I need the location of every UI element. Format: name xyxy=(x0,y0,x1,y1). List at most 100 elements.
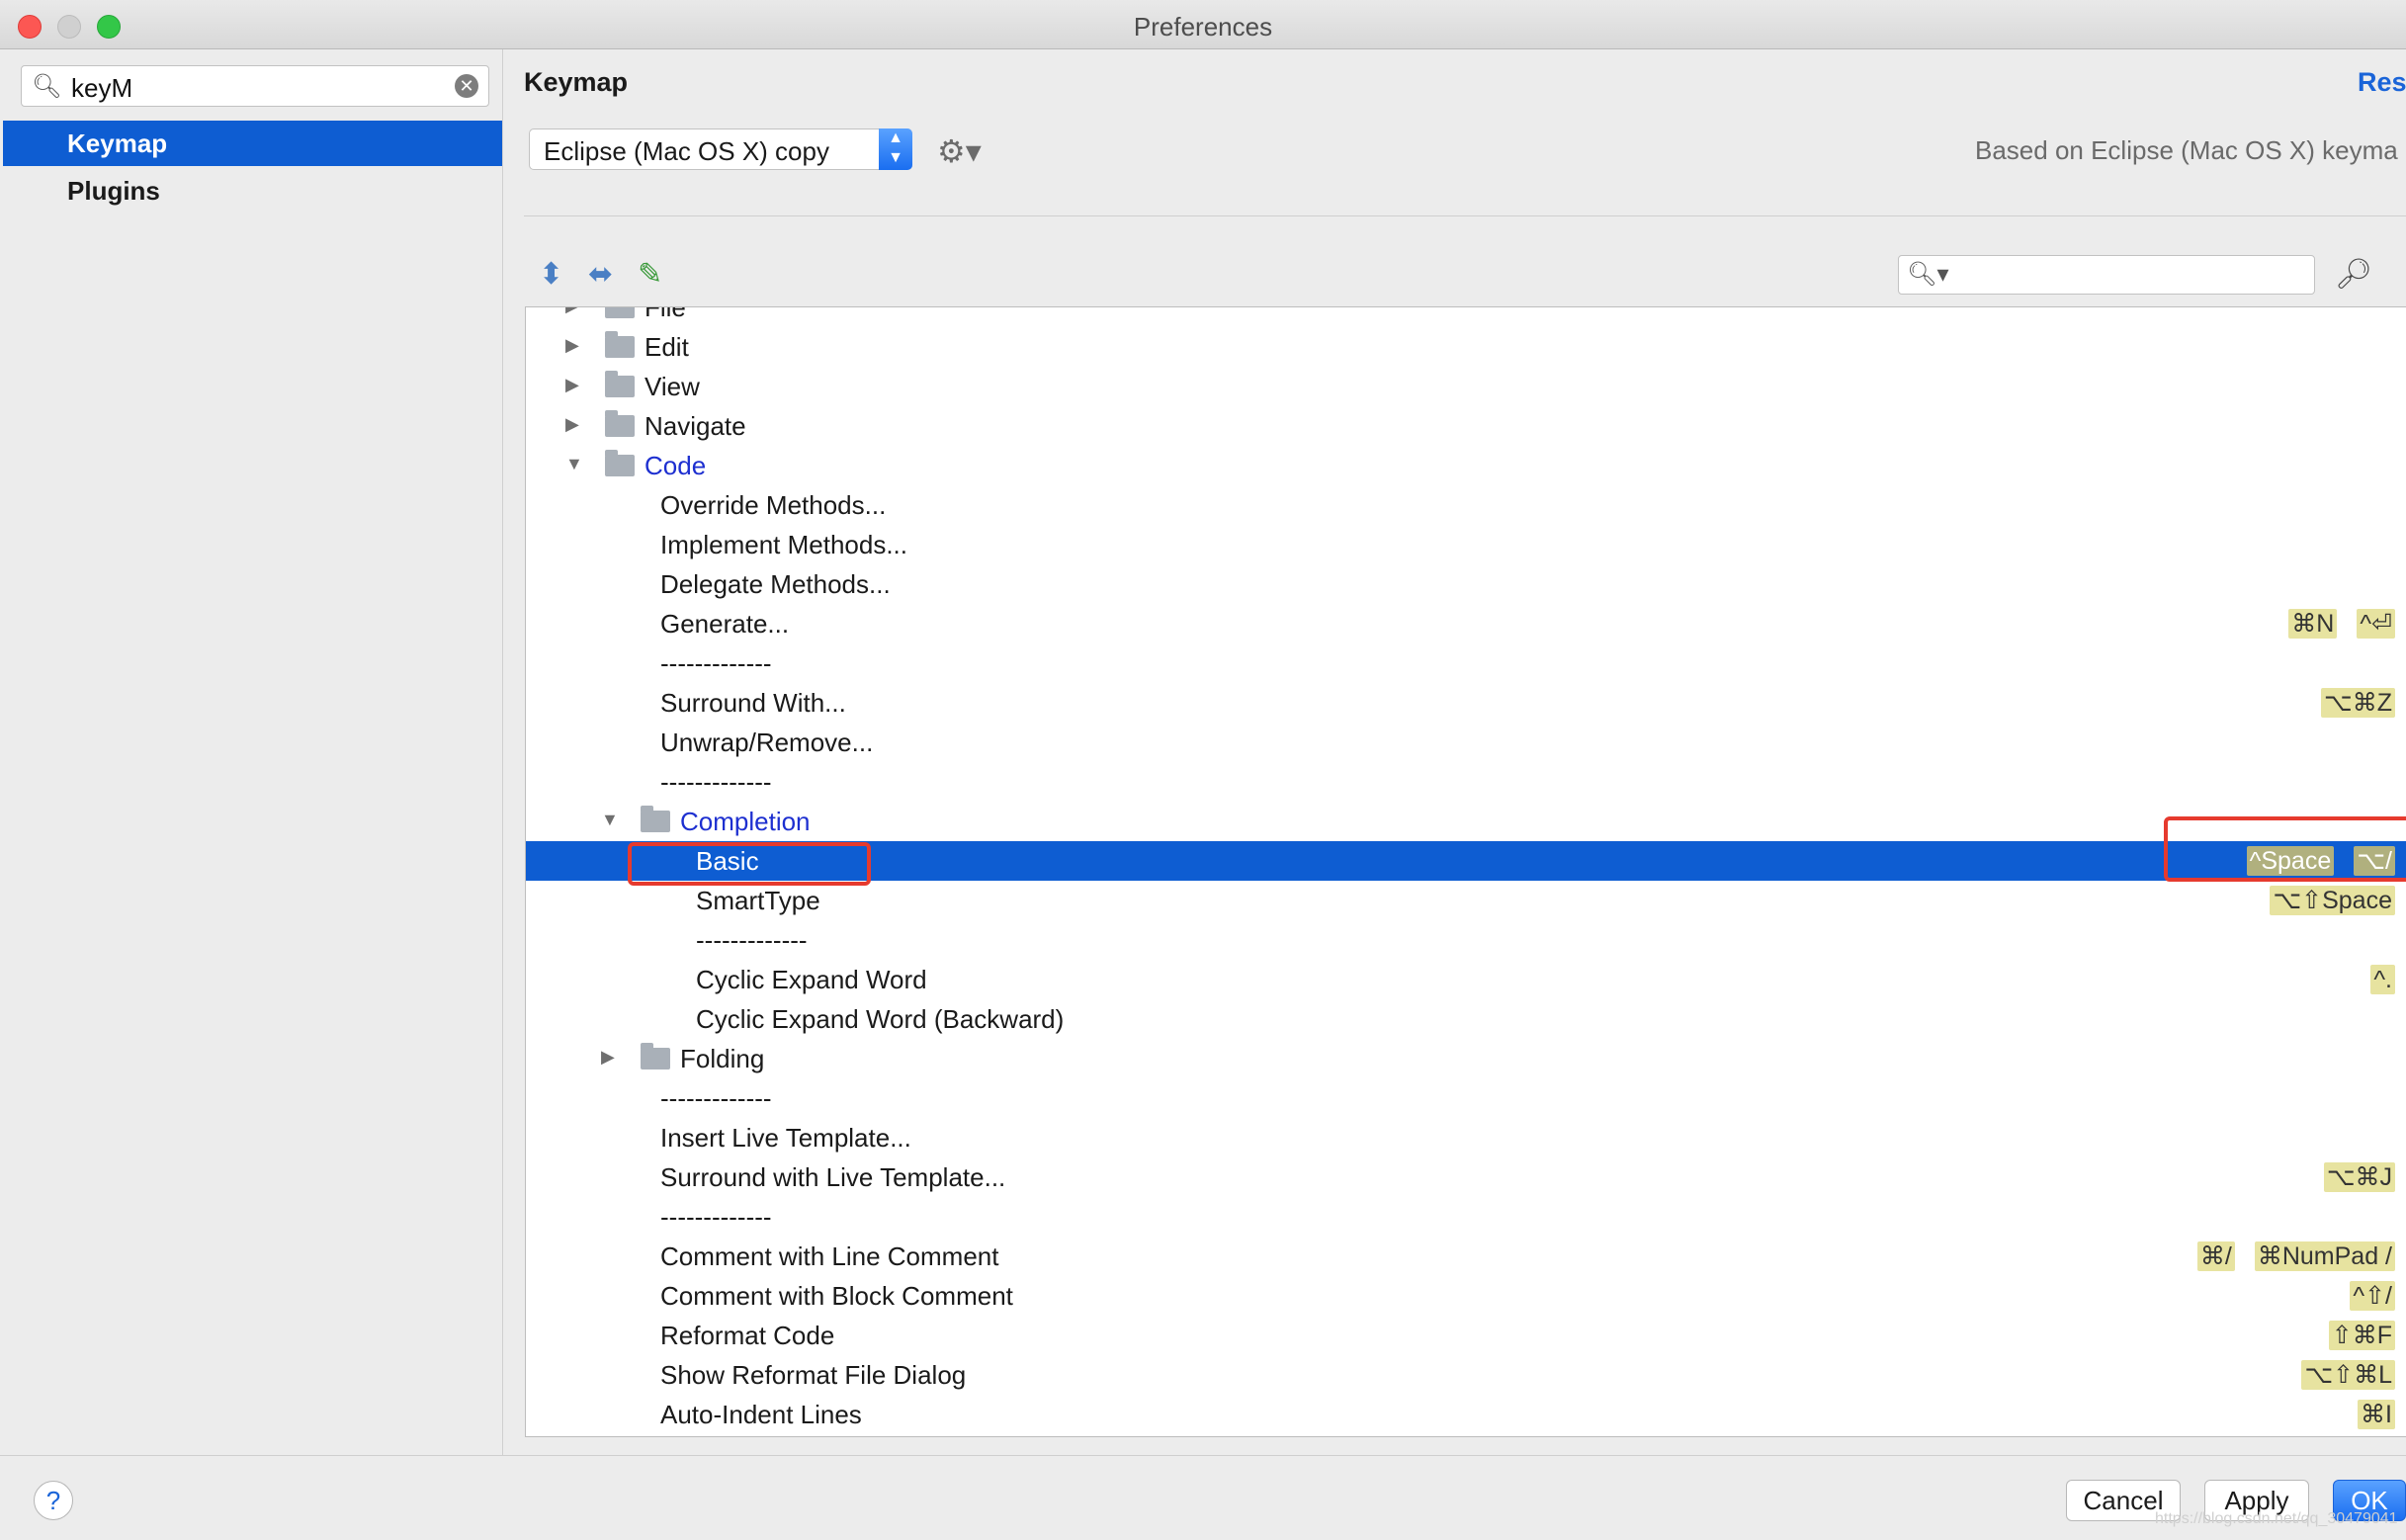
tree-row-label: Surround With... xyxy=(660,688,846,718)
select-arrows-icon[interactable]: ▲ ▼ xyxy=(879,128,912,170)
tree-row-label: Show Reformat File Dialog xyxy=(660,1360,967,1390)
tree-separator: ------------- xyxy=(526,643,2406,683)
tree-action-row[interactable]: Cyclic Expand Word (Backward) xyxy=(526,999,2406,1039)
expand-arrow-icon[interactable]: ▶ xyxy=(565,414,579,435)
tree-row-label: Cyclic Expand Word xyxy=(696,965,927,994)
tree-folder-row[interactable]: ▶ Edit xyxy=(526,327,2406,367)
tree-folder-row[interactable]: ▶ Navigate xyxy=(526,406,2406,446)
tree-row-label: Implement Methods... xyxy=(660,530,907,559)
tree-action-row[interactable]: Show Reformat File Dialog ⌥⇧⌘L xyxy=(526,1355,2406,1395)
tree-action-row[interactable]: Delegate Methods... xyxy=(526,564,2406,604)
folder-icon xyxy=(605,331,635,358)
tree-row-label: Unwrap/Remove... xyxy=(660,727,874,757)
sidebar-item-plugins[interactable]: Plugins xyxy=(3,168,502,214)
tree-action-row[interactable]: SmartType ⌥⇧Space xyxy=(526,881,2406,920)
tree-row-label: Generate... xyxy=(660,609,790,639)
shortcut-badge: ^. xyxy=(2370,965,2395,994)
find-by-shortcut-icon[interactable]: 🔎︎ xyxy=(2335,257,2372,292)
tree-separator: ------------- xyxy=(526,1197,2406,1237)
expand-arrow-icon[interactable]: ▶ xyxy=(565,307,579,316)
tree-row-label: File xyxy=(644,306,686,322)
folder-icon xyxy=(605,371,635,397)
page-title: Keymap xyxy=(524,67,629,97)
tree-row-label: Override Methods... xyxy=(660,490,887,520)
tree-row-label: Delegate Methods... xyxy=(660,569,891,599)
tree-folder-row[interactable]: ▼ Code xyxy=(526,446,2406,485)
highlight-basic xyxy=(628,842,871,886)
gear-icon[interactable]: ⚙▾ xyxy=(937,132,982,170)
edit-shortcut-icon[interactable]: ✎ xyxy=(638,257,662,292)
folder-icon xyxy=(641,806,670,832)
shortcut-badge: ^⇧/ xyxy=(2350,1281,2395,1311)
shortcut-list: ^⇧/ xyxy=(2350,1281,2395,1311)
expand-arrow-icon[interactable]: ▶ xyxy=(565,335,579,356)
tree-separator: ------------- xyxy=(526,1078,2406,1118)
keymap-select-value[interactable]: Eclipse (Mac OS X) copy xyxy=(544,136,829,167)
tree-folder-row[interactable]: ▶ File xyxy=(526,306,2406,327)
search-icon[interactable]: 🔍︎ xyxy=(32,72,61,101)
expand-arrow-icon[interactable]: ▶ xyxy=(565,375,579,395)
shortcut-badge: ⌘N xyxy=(2288,609,2338,639)
shortcut-badge: ⌥⌘Z xyxy=(2320,688,2395,718)
tree-action-row[interactable]: Unwrap/Remove... xyxy=(526,723,2406,762)
tree-separator: ------------- xyxy=(526,762,2406,802)
tree-folder-row[interactable]: ▶ Folding xyxy=(526,1039,2406,1078)
shortcut-list: ⌘/ ⌘NumPad / xyxy=(2196,1241,2395,1271)
sidebar-item-keymap[interactable]: Keymap xyxy=(3,121,502,166)
tree-action-row[interactable]: Surround with Live Template... ⌥⌘J xyxy=(526,1157,2406,1197)
tree-row-label: Insert Live Template... xyxy=(660,1123,911,1153)
expand-all-icon[interactable]: ⬍ xyxy=(539,257,563,292)
folder-icon xyxy=(605,307,635,318)
search-icon: 🔍︎▾ xyxy=(1907,261,1949,288)
tree-row-label: Surround with Live Template... xyxy=(660,1162,1006,1192)
tree-action-row[interactable]: Reformat Code ⇧⌘F xyxy=(526,1316,2406,1355)
shortcut-badge: ⌘I xyxy=(2358,1400,2395,1429)
tree-action-row[interactable]: Comment with Block Comment ^⇧/ xyxy=(526,1276,2406,1316)
shortcut-badge: ^⏎ xyxy=(2357,609,2395,639)
shortcut-list: ⌘I xyxy=(2358,1400,2395,1429)
clear-search-icon[interactable]: ✕ xyxy=(455,74,478,98)
action-filter-input[interactable]: 🔍︎▾ xyxy=(1898,255,2315,295)
keymap-select[interactable]: Eclipse (Mac OS X) copy ▲ ▼ xyxy=(529,128,912,170)
tree-folder-row[interactable]: ▼ Completion xyxy=(526,802,2406,841)
tree-row-label: Cyclic Expand Word (Backward) xyxy=(696,1004,1065,1034)
tree-action-row[interactable]: Insert Live Template... xyxy=(526,1118,2406,1157)
expand-arrow-icon[interactable]: ▶ xyxy=(601,1047,615,1068)
tree-folder-row[interactable]: ▶ View xyxy=(526,367,2406,406)
shortcut-list: ^. xyxy=(2370,965,2395,994)
tree-row-label: Comment with Line Comment xyxy=(660,1241,999,1271)
tree-row-label: SmartType xyxy=(696,886,820,915)
shortcut-badge: ⌥⇧⌘L xyxy=(2301,1360,2395,1390)
tree-action-row[interactable]: Comment with Line Comment ⌘/ ⌘NumPad / xyxy=(526,1237,2406,1276)
tree-action-row[interactable]: Auto-Indent Lines ⌘I xyxy=(526,1395,2406,1434)
tree-row-label: Edit xyxy=(644,332,689,362)
shortcut-list: ⌥⇧Space xyxy=(2270,886,2395,915)
settings-search-field[interactable]: 🔍︎ keyM ✕ xyxy=(21,65,489,107)
folder-icon xyxy=(641,1043,670,1069)
tree-action-row[interactable]: Surround With... ⌥⌘Z xyxy=(526,683,2406,723)
settings-search-value[interactable]: keyM xyxy=(71,73,132,104)
shortcut-badge: ⇧⌘F xyxy=(2328,1321,2395,1350)
shortcut-list: ⌥⌘Z xyxy=(2320,688,2395,718)
shortcut-list: ⇧⌘F xyxy=(2328,1321,2395,1350)
tree-action-row[interactable]: Override Methods... xyxy=(526,485,2406,525)
tree-action-row[interactable]: Cyclic Expand Word ^. xyxy=(526,960,2406,999)
collapse-all-icon[interactable]: ⬌ xyxy=(588,257,613,292)
tree-action-row[interactable]: Generate... ⌘N ^⏎ xyxy=(526,604,2406,643)
tree-row-label: Folding xyxy=(680,1044,765,1073)
reset-link[interactable]: Res xyxy=(2358,67,2406,98)
tree-row-label: Comment with Block Comment xyxy=(660,1281,1013,1311)
watermark: https://blog.csdn.net/qq_30479041 xyxy=(2155,1510,2398,1527)
tree-row-label: View xyxy=(644,372,700,401)
based-on-label: Based on Eclipse (Mac OS X) keyma xyxy=(1975,135,2398,165)
help-button[interactable]: ? xyxy=(34,1481,73,1520)
tree-row-label: Reformat Code xyxy=(660,1321,835,1350)
collapse-arrow-icon[interactable]: ▼ xyxy=(565,454,583,474)
tree-row-label: Code xyxy=(644,451,707,480)
tree-row-label: ------------- xyxy=(660,767,772,797)
tree-row-label: Completion xyxy=(680,807,811,836)
window-title: Preferences xyxy=(1133,12,1273,42)
collapse-arrow-icon[interactable]: ▼ xyxy=(601,810,619,830)
shortcut-badge: ⌥⇧Space xyxy=(2270,886,2395,915)
tree-action-row[interactable]: Implement Methods... xyxy=(526,525,2406,564)
